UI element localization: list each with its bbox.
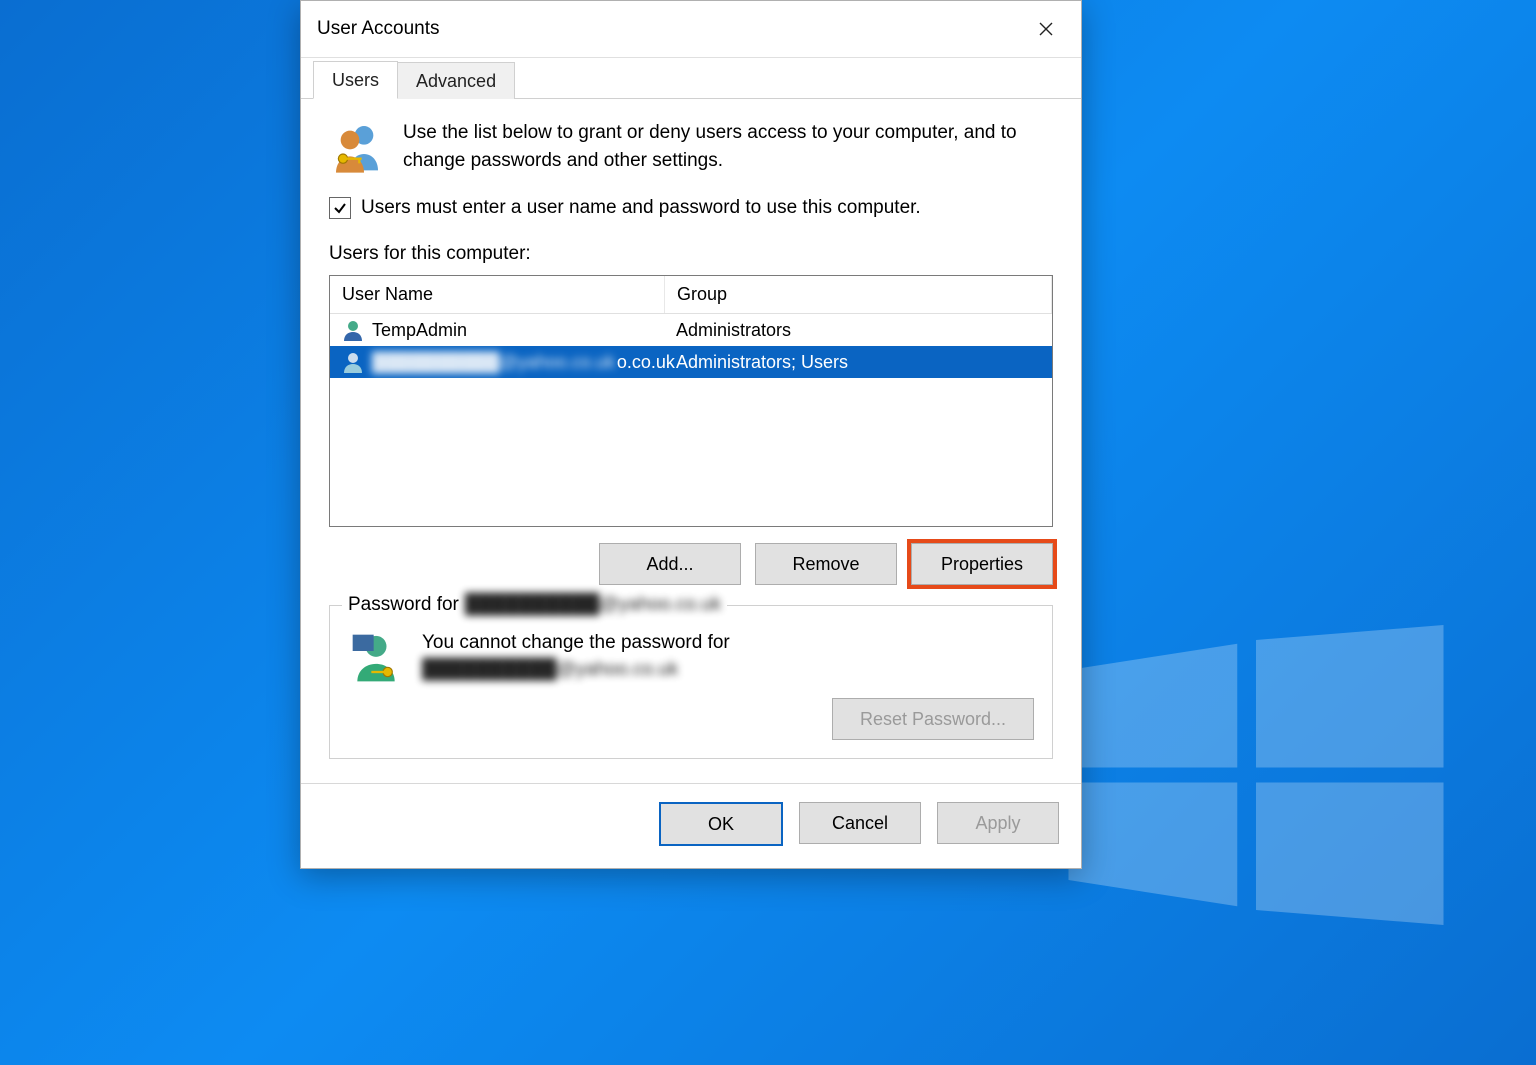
checkbox-icon [329,197,351,219]
apply-button: Apply [937,802,1059,844]
properties-button[interactable]: Properties [911,543,1053,585]
reset-password-button: Reset Password... [832,698,1034,740]
require-password-checkbox-row[interactable]: Users must enter a user name and passwor… [329,197,1053,219]
user-row[interactable]: TempAdmin Administrators [330,314,1052,346]
add-button[interactable]: Add... [599,543,741,585]
checkbox-label: Users must enter a user name and passwor… [361,197,921,219]
password-group-user: ██████████@yahoo.co.uk [465,594,721,616]
user-icon [342,351,364,373]
users-keys-icon [329,119,385,175]
tab-users[interactable]: Users [313,61,398,99]
password-group-title: Password for ██████████@yahoo.co.uk [342,594,727,616]
users-panel: Use the list below to grant or deny user… [301,99,1081,783]
titlebar: User Accounts [301,1,1081,58]
tabstrip: Users Advanced [301,58,1081,99]
cancel-button[interactable]: Cancel [799,802,921,844]
intro-text: Use the list below to grant or deny user… [403,119,1053,175]
window-title: User Accounts [317,18,1019,40]
user-buttons-row: Add... Remove Properties [329,543,1053,585]
column-header-username[interactable]: User Name [330,276,665,313]
user-name-cell: ██████████@yahoo.co.uk [372,352,615,373]
user-name-cell: TempAdmin [372,320,467,341]
users-list-caption: Users for this computer: [329,243,1053,265]
user-group-cell: Administrators; Users [664,346,1052,378]
password-groupbox: Password for ██████████@yahoo.co.uk You … [329,605,1053,759]
password-group-prefix: Password for [348,594,459,616]
user-group-cell: Administrators [664,314,1052,346]
password-text: You cannot change the password for █████… [422,630,730,686]
tab-advanced[interactable]: Advanced [397,62,515,99]
remove-button[interactable]: Remove [755,543,897,585]
user-accounts-dialog: User Accounts Users Advanced Use the lis [300,0,1082,869]
intro-row: Use the list below to grant or deny user… [329,119,1053,175]
users-list-header: User Name Group [330,276,1052,314]
ok-button[interactable]: OK [659,802,783,846]
password-text-line1: You cannot change the password for [422,630,730,657]
user-icon [342,319,364,341]
user-key-icon [348,630,404,686]
dialog-footer: OK Cancel Apply [301,783,1081,868]
close-icon[interactable] [1019,9,1073,49]
windows-logo [1066,625,1446,925]
password-text-line2: ██████████@yahoo.co.uk [422,657,730,684]
users-list[interactable]: User Name Group TempAdmin Administrators [329,275,1053,527]
user-row[interactable]: ██████████@yahoo.co.uk o.co.uk Administr… [330,346,1052,378]
column-header-group[interactable]: Group [665,276,1052,313]
